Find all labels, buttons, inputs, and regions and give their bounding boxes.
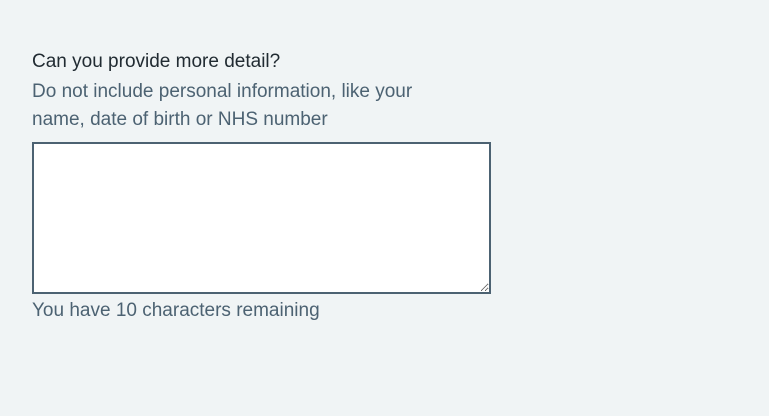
more-detail-hint: Do not include personal information, lik…: [32, 81, 413, 130]
more-detail-textarea[interactable]: [32, 142, 491, 294]
character-count-form-group: Can you provide more detail? Do not incl…: [32, 48, 492, 325]
more-detail-label: Can you provide more detail?: [32, 51, 281, 72]
character-count-message: You have 10 characters remaining: [32, 300, 320, 321]
